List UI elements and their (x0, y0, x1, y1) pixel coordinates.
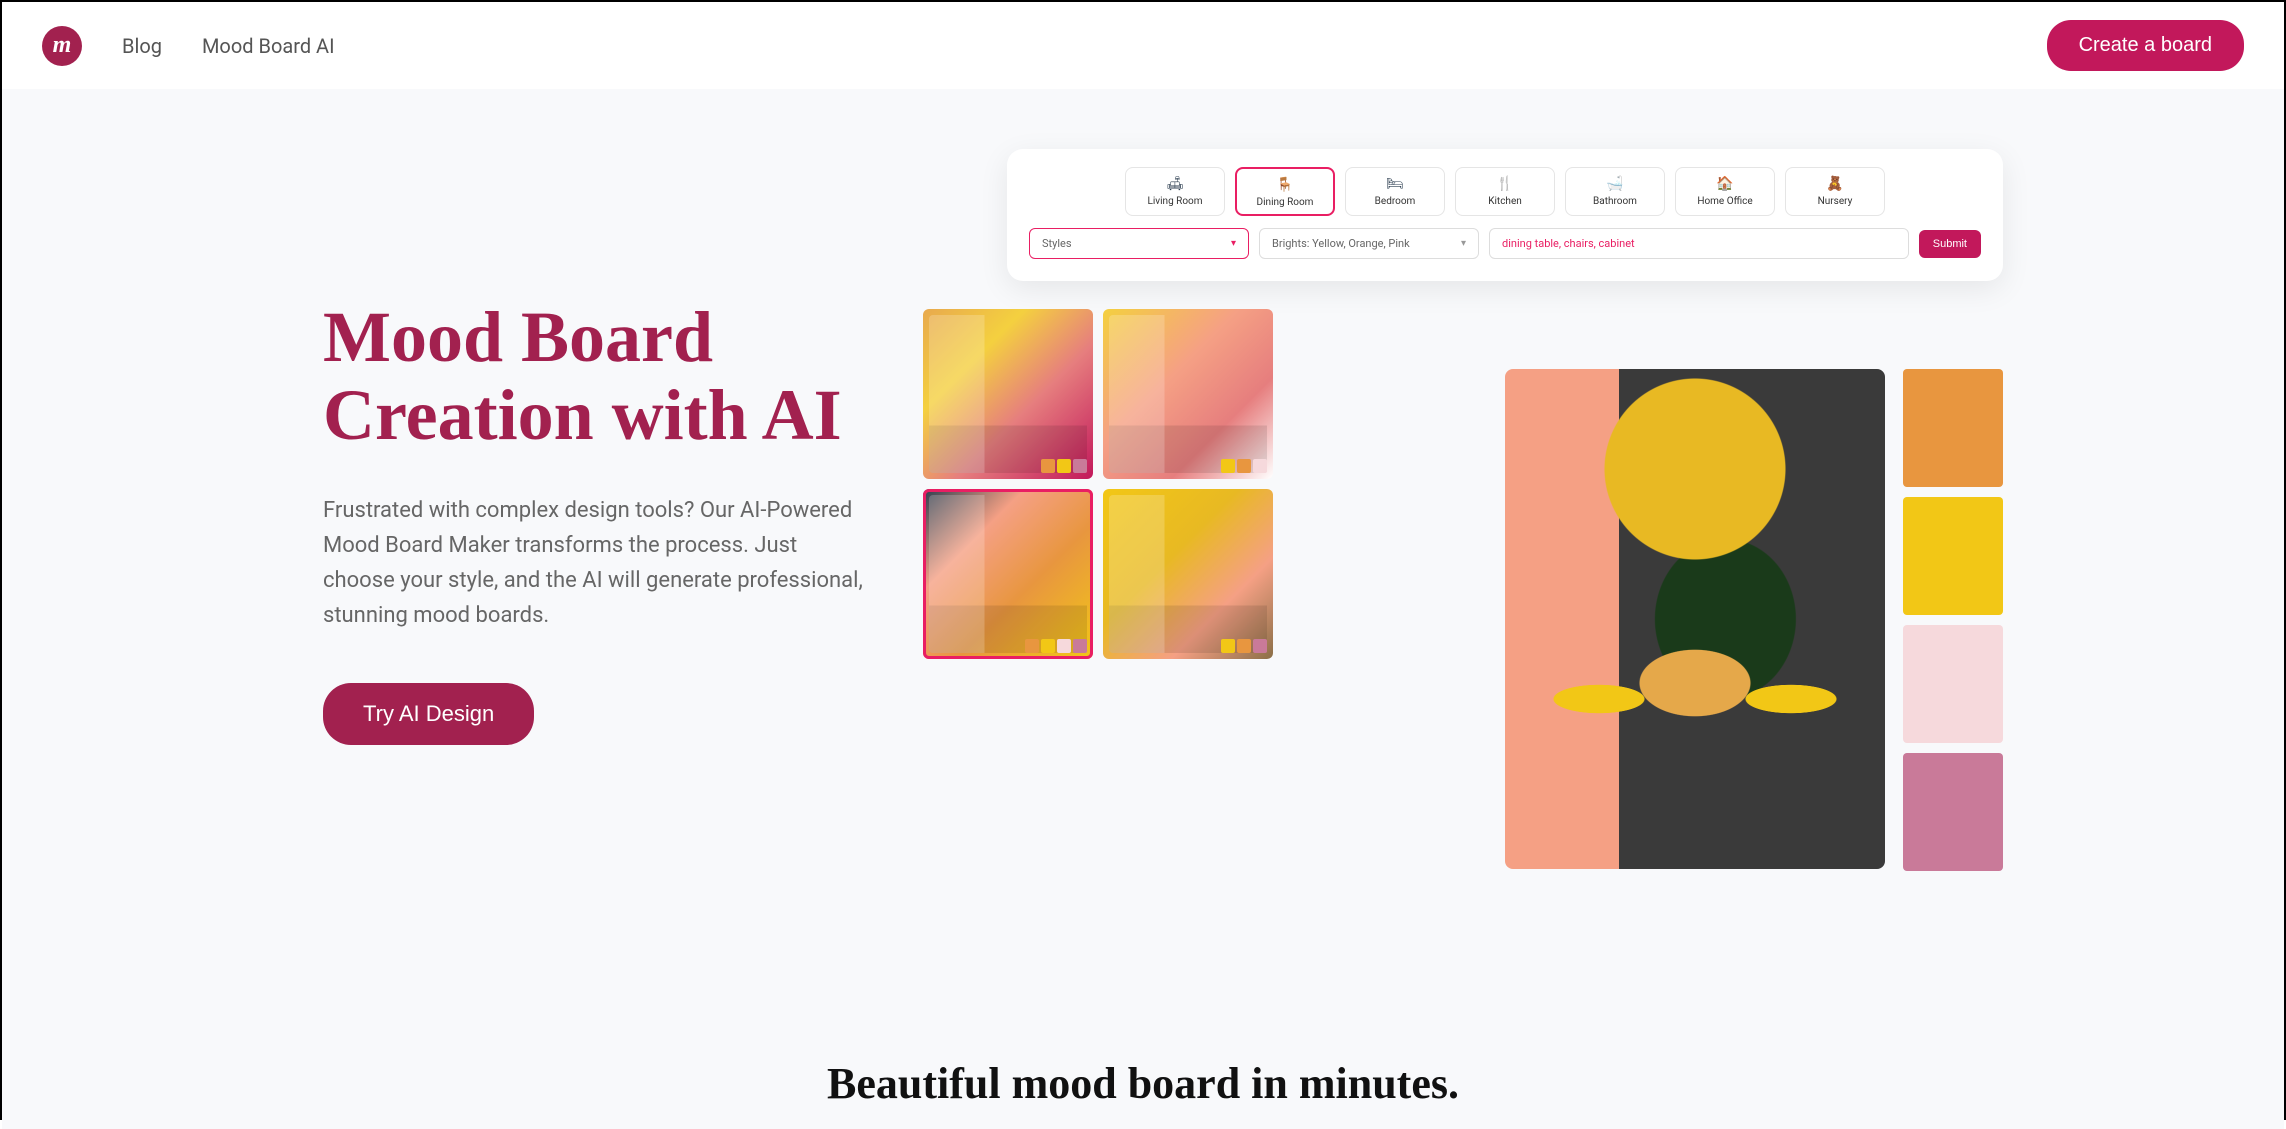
tab-bedroom[interactable]: 🛏 Bedroom (1345, 167, 1445, 216)
styles-placeholder: Styles (1042, 237, 1072, 250)
header-left: m Blog Mood Board AI (42, 26, 335, 66)
try-ai-design-button[interactable]: Try AI Design (323, 683, 534, 745)
tab-kitchen[interactable]: 🍴 Kitchen (1455, 167, 1555, 216)
moodboard-thumb[interactable] (1103, 309, 1273, 479)
keywords-input[interactable]: dining table, chairs, cabinet (1489, 228, 1909, 259)
hero-container: Mood Board Creation with AI Frustrated w… (283, 149, 2003, 929)
thumb-palette (1221, 639, 1267, 653)
tab-bathroom[interactable]: 🛁 Bathroom (1565, 167, 1665, 216)
room-tabs: 🛋 Living Room 🪑 Dining Room 🛏 Bedroom 🍴 … (1029, 167, 1981, 216)
moodboard-thumbnails (923, 309, 1273, 659)
bed-icon: 🛏 (1386, 176, 1404, 192)
app-preview-card: 🛋 Living Room 🪑 Dining Room 🛏 Bedroom 🍴 … (1007, 149, 2003, 281)
home-icon: 🏠 (1716, 176, 1733, 192)
colors-select[interactable]: Brights: Yellow, Orange, Pink ▾ (1259, 228, 1479, 259)
moodboard-thumb[interactable] (1103, 489, 1273, 659)
generated-room-image (1505, 369, 1885, 869)
hero-copy: Mood Board Creation with AI Frustrated w… (323, 149, 903, 929)
baby-icon: 🧸 (1826, 176, 1843, 192)
palette-swatch-2[interactable] (1903, 497, 2003, 615)
color-palette (1903, 369, 2003, 871)
palette-swatch-1[interactable] (1903, 369, 2003, 487)
tab-living-room[interactable]: 🛋 Living Room (1125, 167, 1225, 216)
moodboard-thumb[interactable] (923, 309, 1093, 479)
create-board-button[interactable]: Create a board (2047, 20, 2244, 71)
tab-nursery[interactable]: 🧸 Nursery (1785, 167, 1885, 216)
palette-swatch-4[interactable] (1903, 753, 2003, 871)
thumb-palette (1041, 459, 1087, 473)
bath-icon: 🛁 (1606, 176, 1623, 192)
hero-description: Frustrated with complex design tools? Ou… (323, 493, 863, 634)
utensils-icon: 🍴 (1496, 176, 1513, 192)
thumb-palette (1221, 459, 1267, 473)
tab-label: Bedroom (1375, 196, 1416, 207)
colors-value: Brights: Yellow, Orange, Pink (1272, 237, 1410, 250)
submit-button[interactable]: Submit (1919, 230, 1981, 258)
chevron-down-icon: ▾ (1231, 238, 1236, 249)
input-row: Styles ▾ Brights: Yellow, Orange, Pink ▾… (1029, 228, 1981, 259)
thumb-palette (1025, 639, 1087, 653)
styles-select[interactable]: Styles ▾ (1029, 228, 1249, 259)
sofa-icon: 🛋 (1166, 176, 1184, 192)
tab-dining-room[interactable]: 🪑 Dining Room (1235, 167, 1335, 216)
tab-home-office[interactable]: 🏠 Home Office (1675, 167, 1775, 216)
nav-blog[interactable]: Blog (122, 34, 162, 58)
hero-section: Mood Board Creation with AI Frustrated w… (2, 89, 2284, 1129)
palette-swatch-3[interactable] (1903, 625, 2003, 743)
tab-label: Nursery (1818, 196, 1853, 207)
nav-moodboard-ai[interactable]: Mood Board AI (202, 34, 335, 58)
selected-preview (1505, 369, 2003, 871)
tab-label: Home Office (1697, 196, 1752, 207)
section-tagline: Beautiful mood board in minutes. (2, 1058, 2284, 1109)
site-header: m Blog Mood Board AI Create a board (2, 2, 2284, 89)
tab-label: Dining Room (1257, 197, 1314, 208)
hero-visual: 🛋 Living Room 🪑 Dining Room 🛏 Bedroom 🍴 … (963, 149, 1963, 929)
chevron-down-icon: ▾ (1461, 238, 1466, 249)
tab-label: Kitchen (1488, 196, 1522, 207)
tab-label: Bathroom (1593, 196, 1637, 207)
moodboard-thumb-selected[interactable] (923, 489, 1093, 659)
chair-icon: 🪑 (1276, 177, 1293, 193)
tab-label: Living Room (1147, 196, 1202, 207)
brand-logo[interactable]: m (42, 26, 82, 66)
hero-title: Mood Board Creation with AI (323, 299, 903, 455)
